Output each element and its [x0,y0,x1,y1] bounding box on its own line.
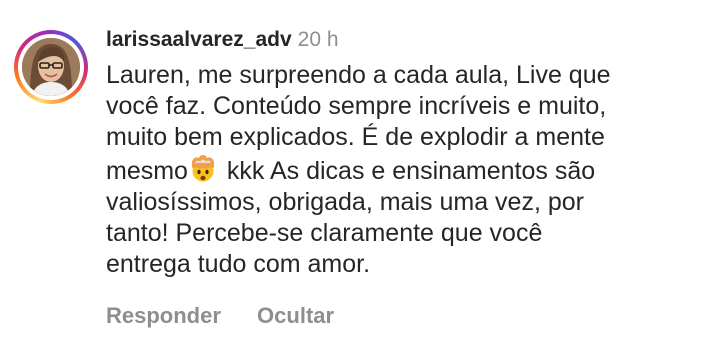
username-link[interactable]: larissaalvarez_adv [106,28,292,51]
hide-button[interactable]: Ocultar [257,302,334,330]
avatar-photo [22,38,80,96]
avatar[interactable] [14,30,88,104]
reply-button[interactable]: Responder [106,302,221,330]
timestamp: 20 h [297,28,339,51]
person-avatar-icon [22,38,80,96]
comment-header: larissaalvarez_adv 20 h [106,26,339,54]
comment: larissaalvarez_adv 20 h Lauren, me surpre… [0,0,718,343]
exploding-head-emoji-icon [191,155,215,182]
comment-actions: Responder Ocultar [106,302,334,330]
comment-text: Lauren, me surpreendo a cada aula, Live … [106,60,706,280]
